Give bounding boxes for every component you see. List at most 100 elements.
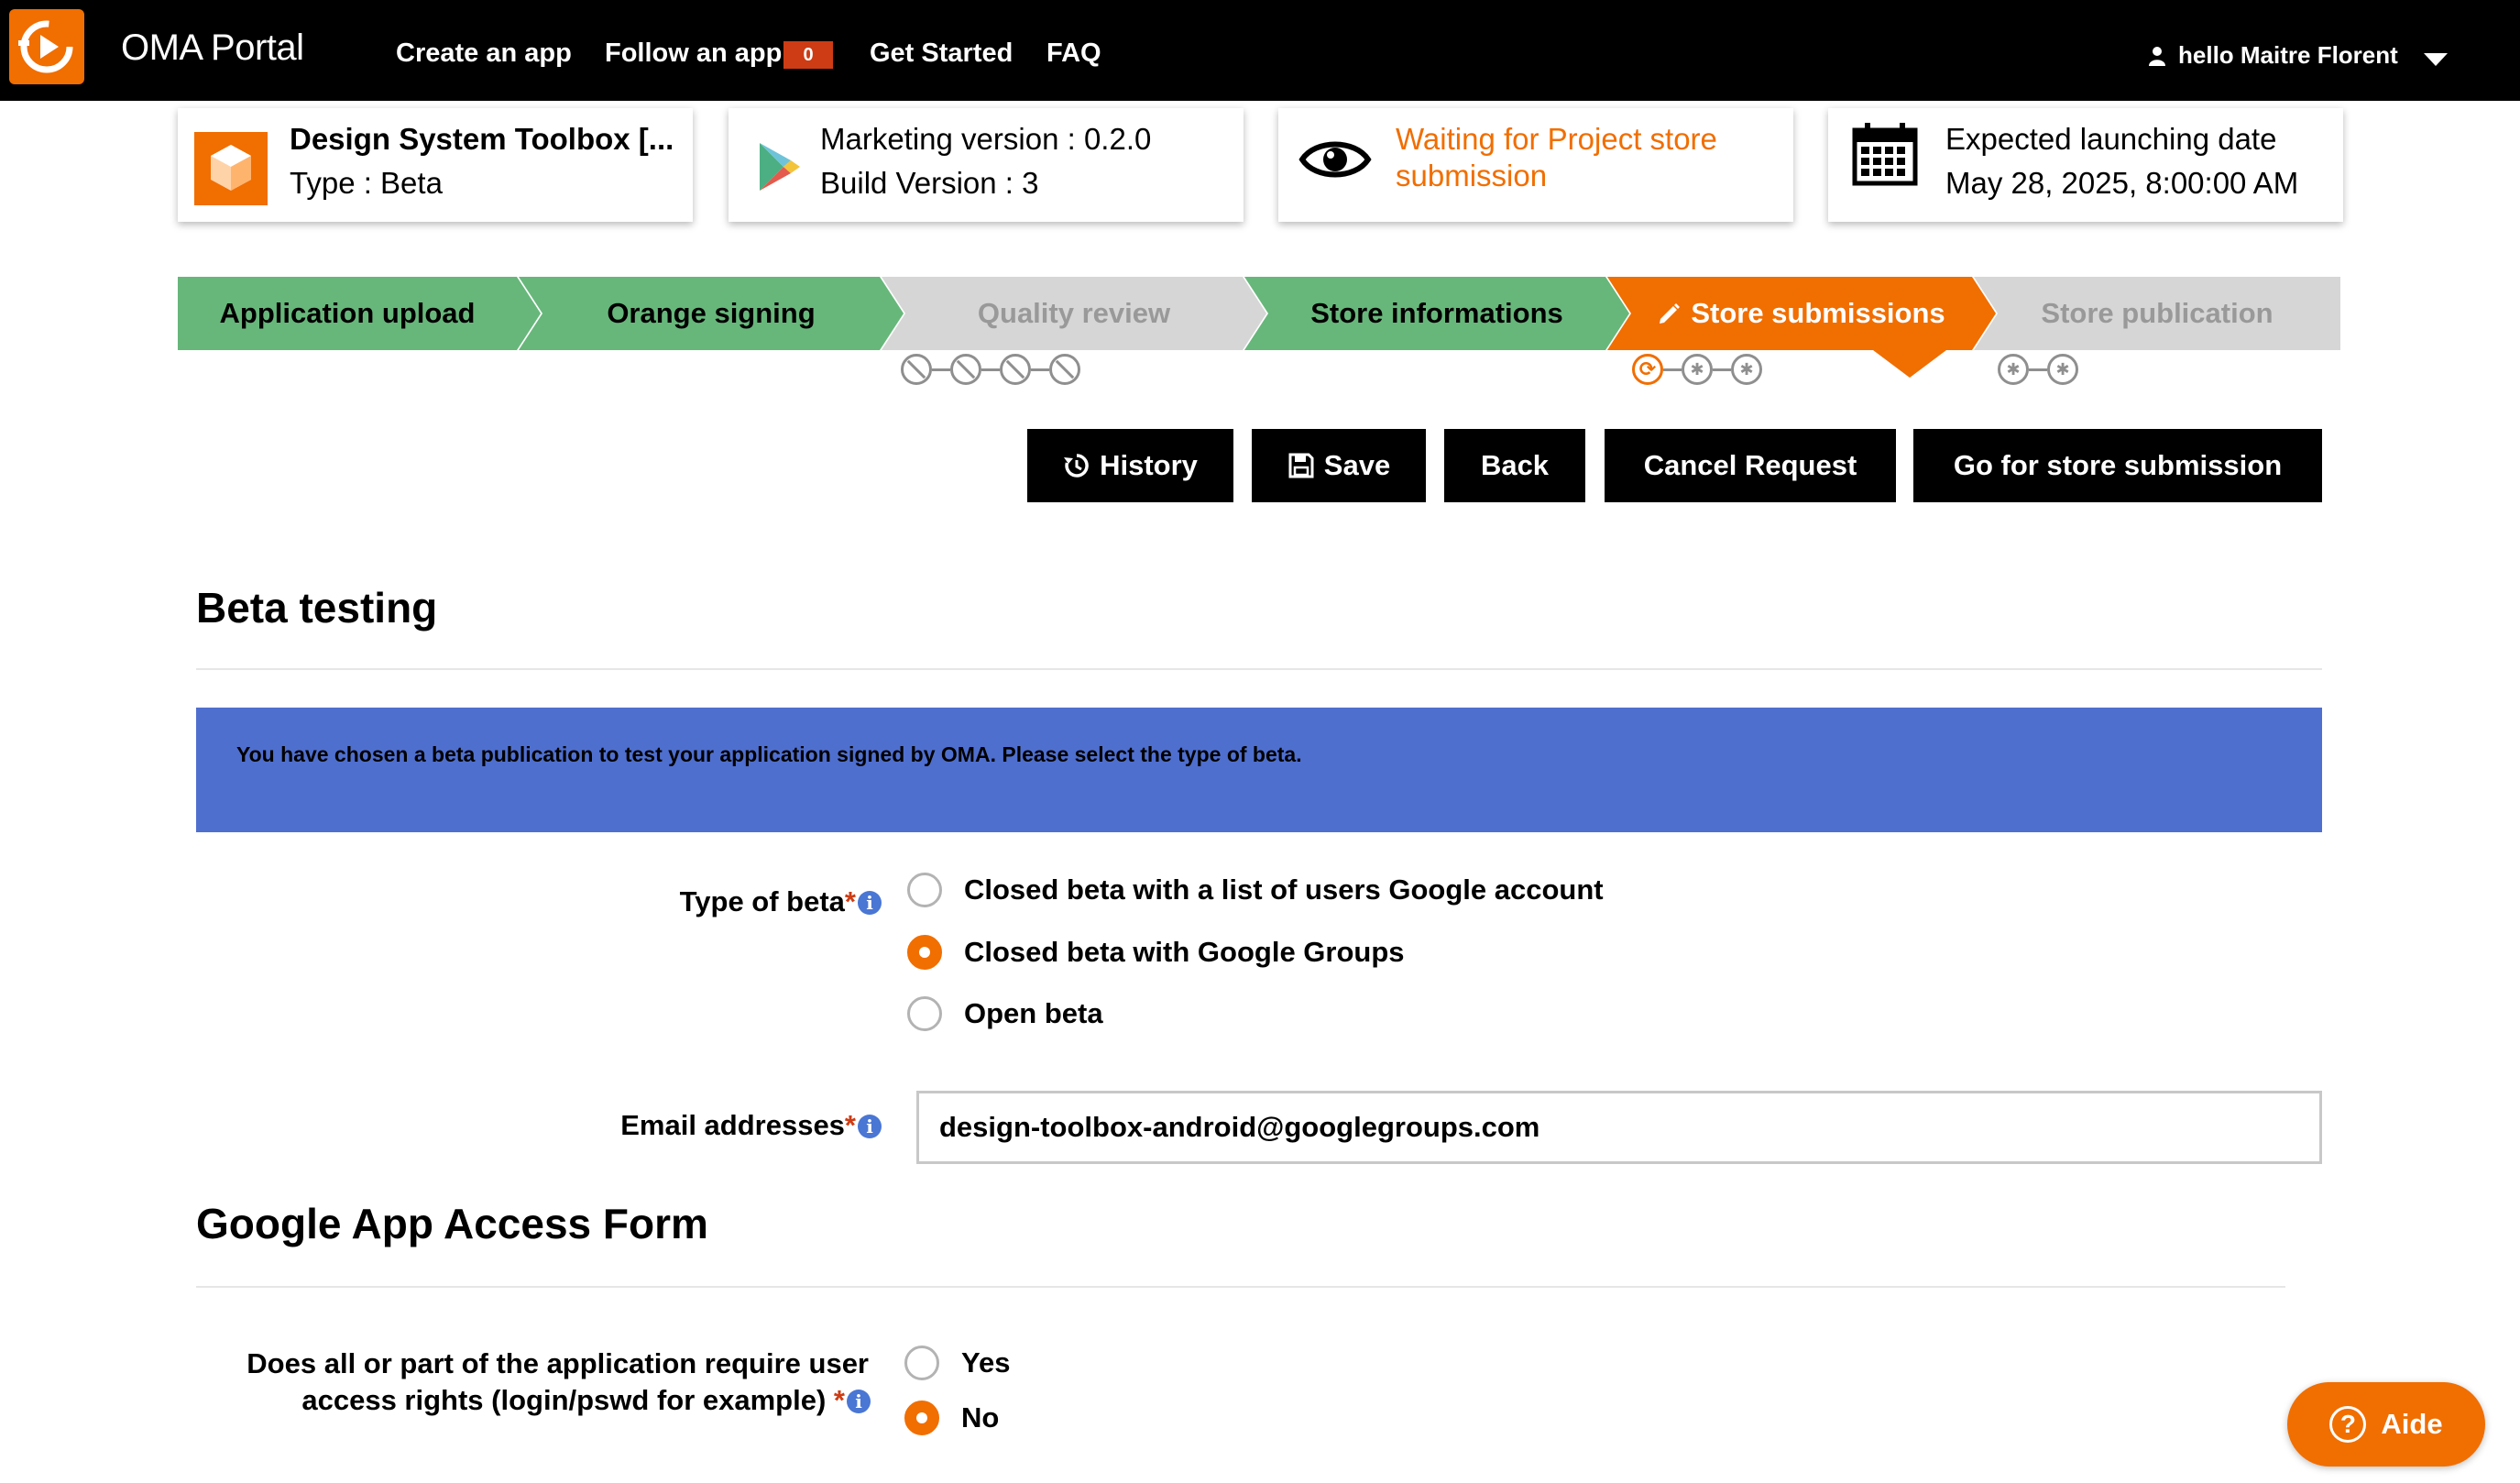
blocked-icon — [950, 354, 981, 385]
back-button[interactable]: Back — [1444, 429, 1585, 502]
pencil-icon — [1660, 303, 1681, 324]
app-name: Design System Toolbox [... — [290, 122, 674, 156]
oma-logo-icon[interactable] — [9, 9, 84, 84]
required-asterisk: * — [833, 1384, 845, 1416]
status-card: Waiting for Project store submission — [1278, 108, 1793, 222]
nav-faq[interactable]: FAQ — [1046, 38, 1101, 69]
save-button[interactable]: Save — [1252, 429, 1426, 502]
version-card: Marketing version : 0.2.0 Build Version … — [729, 108, 1244, 222]
beta-option-label: Open beta — [964, 997, 1103, 1029]
access-option-no[interactable]: No — [904, 1401, 999, 1435]
quality-review-status-dots — [901, 354, 1080, 385]
radio-button-selected[interactable] — [904, 1401, 939, 1435]
floppy-disk-icon — [1288, 453, 1314, 478]
pending-icon — [1731, 354, 1762, 385]
google-play-icon — [760, 143, 800, 191]
app-box-icon — [194, 132, 268, 205]
top-navigation-bar: OMA Portal Create an app Follow an app 0… — [0, 0, 2520, 101]
access-question-text: access rights (login/pswd for example) — [301, 1384, 827, 1416]
access-no-label: No — [961, 1401, 1000, 1434]
email-addresses-label: Email addresses* i — [620, 1109, 882, 1142]
section-divider — [196, 1286, 2285, 1288]
save-label: Save — [1323, 449, 1391, 481]
app-card: Design System Toolbox [... Type : Beta — [178, 108, 693, 222]
nav-get-started[interactable]: Get Started — [870, 38, 1013, 69]
email-addresses-input[interactable]: design-toolbox-android@googlegroups.com — [916, 1091, 2322, 1164]
history-icon — [1064, 454, 1089, 478]
access-question-line-2: access rights (login/pswd for example) *… — [301, 1384, 871, 1417]
step-label: Store submissions — [1658, 297, 1945, 330]
store-publication-status-dots — [1998, 354, 2078, 385]
info-icon[interactable]: i — [858, 1115, 882, 1138]
launch-date-card: Expected launching date May 28, 2025, 8:… — [1828, 108, 2343, 222]
step-label: Quality review — [977, 297, 1171, 329]
radio-button[interactable] — [907, 996, 942, 1031]
access-option-yes[interactable]: Yes — [904, 1346, 1010, 1380]
beta-option-google-accounts[interactable]: Closed beta with a list of users Google … — [907, 873, 1604, 907]
beta-option-label: Closed beta with a list of users Google … — [964, 873, 1604, 906]
radio-button-selected[interactable] — [907, 935, 942, 970]
user-menu[interactable]: hello Maitre Florent — [2149, 41, 2398, 70]
step-label-text: Store submissions — [1691, 297, 1945, 329]
step-quality-review: Quality review — [882, 277, 1266, 350]
status-line-2: submission — [1396, 159, 1548, 192]
required-asterisk: * — [844, 1109, 856, 1141]
beta-info-text: You have chosen a beta publication to te… — [236, 742, 1302, 766]
store-submissions-status-dots — [1632, 354, 1762, 385]
question-mark-icon: ? — [2329, 1406, 2367, 1443]
app-type: Type : Beta — [290, 166, 443, 200]
step-orange-signing[interactable]: Orange signing — [519, 277, 904, 350]
help-button[interactable]: ? Aide — [2287, 1382, 2485, 1467]
go-for-store-submission-button[interactable]: Go for store submission — [1913, 429, 2322, 502]
radio-button[interactable] — [907, 873, 942, 907]
section-divider — [196, 668, 2322, 670]
type-of-beta-text: Type of beta — [679, 885, 845, 917]
pending-icon — [2047, 354, 2078, 385]
chevron-down-icon[interactable] — [2424, 53, 2448, 66]
brand-title[interactable]: OMA Portal — [121, 27, 304, 69]
user-greeting: hello Maitre Florent — [2178, 41, 2398, 69]
status-line-1: Waiting for Project store — [1396, 122, 1717, 156]
in-progress-icon — [1632, 354, 1663, 385]
step-label: Store informations — [1310, 297, 1563, 329]
access-yes-label: Yes — [961, 1346, 1011, 1379]
launch-label: Expected launching date — [1945, 122, 2277, 156]
radio-button[interactable] — [904, 1346, 939, 1380]
follow-count-badge: 0 — [783, 41, 833, 69]
step-store-publication: Store publication — [1974, 277, 2340, 350]
eye-icon — [1298, 141, 1372, 178]
required-asterisk: * — [844, 885, 856, 917]
info-icon[interactable]: i — [858, 891, 882, 915]
blocked-icon — [1000, 354, 1031, 385]
email-addresses-text: Email addresses — [620, 1109, 845, 1141]
blocked-icon — [1049, 354, 1080, 385]
beta-testing-title: Beta testing — [196, 584, 438, 632]
type-of-beta-label: Type of beta* i — [680, 885, 882, 918]
pending-icon — [1682, 354, 1713, 385]
history-button[interactable]: History — [1027, 429, 1233, 502]
step-application-upload[interactable]: Application upload — [178, 277, 541, 350]
step-store-informations[interactable]: Store informations — [1244, 277, 1629, 350]
beta-info-banner: You have chosen a beta publication to te… — [196, 708, 2322, 832]
user-icon — [2149, 46, 2165, 66]
beta-option-google-groups[interactable]: Closed beta with Google Groups — [907, 935, 1405, 970]
calendar-icon — [1852, 123, 1918, 186]
cancel-request-button[interactable]: Cancel Request — [1605, 429, 1896, 502]
access-question-line-1: Does all or part of the application requ… — [247, 1347, 869, 1379]
build-version: Build Version : 3 — [820, 166, 1039, 200]
step-label: Store publication — [2041, 297, 2273, 329]
launch-date: May 28, 2025, 8:00:00 AM — [1945, 166, 2299, 200]
step-label: Orange signing — [607, 297, 816, 329]
info-icon[interactable]: i — [847, 1390, 871, 1413]
blocked-icon — [901, 354, 932, 385]
nav-create-app[interactable]: Create an app — [396, 38, 572, 69]
beta-option-label: Closed beta with Google Groups — [964, 936, 1405, 968]
google-app-access-form-title: Google App Access Form — [196, 1200, 708, 1247]
step-label: Application upload — [219, 297, 476, 329]
history-label: History — [1100, 449, 1198, 481]
help-label: Aide — [2381, 1408, 2443, 1440]
nav-follow-app[interactable]: Follow an app — [605, 38, 782, 69]
pending-icon — [1998, 354, 2029, 385]
beta-option-open[interactable]: Open beta — [907, 996, 1103, 1031]
marketing-version: Marketing version : 0.2.0 — [820, 122, 1152, 156]
